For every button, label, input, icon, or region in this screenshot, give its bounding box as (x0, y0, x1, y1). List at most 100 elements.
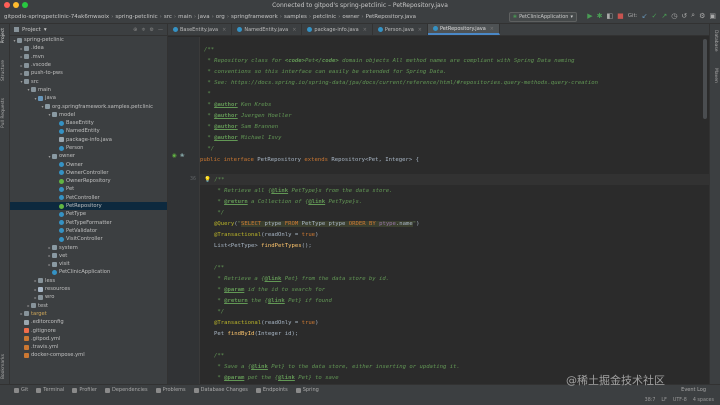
tree-item[interactable]: ▾ src (10, 77, 167, 85)
hide-icon[interactable]: — (158, 27, 163, 33)
tree-item[interactable]: OwnerRepository (10, 177, 167, 185)
tree-item[interactable]: PetValidator (10, 227, 167, 235)
tree-item[interactable]: PetType (10, 210, 167, 218)
tree-item[interactable]: ▸ .vscode (10, 61, 167, 69)
settings-icon[interactable]: ⚙ (699, 12, 705, 20)
tree-item[interactable]: Person (10, 144, 167, 152)
project-tool-button[interactable]: Project (1, 28, 6, 43)
tree-item[interactable]: package-info.java (10, 136, 167, 144)
tree-item[interactable]: ▸ test (10, 302, 167, 310)
tool-window-button[interactable]: Dependencies (104, 387, 148, 393)
tree-item[interactable]: ▸ wro (10, 293, 167, 301)
breadcrumb-item[interactable]: org (216, 14, 225, 20)
breadcrumb-item[interactable]: src (164, 14, 172, 20)
indent-setting[interactable]: 4 spaces (693, 398, 714, 403)
tree-item[interactable]: ▾ owner (10, 152, 167, 160)
tree-item[interactable]: .travis.yml (10, 343, 167, 351)
tree-item[interactable]: PetClinicApplication (10, 268, 167, 276)
tree-item[interactable]: ▸ .idea (10, 44, 167, 52)
close-tab-icon[interactable]: × (490, 26, 494, 32)
tree-item[interactable]: ▾ spring-petclinic (10, 36, 167, 44)
tree-item[interactable]: ▸ push-to-pws (10, 69, 167, 77)
tree-item[interactable]: ▸ visit (10, 260, 167, 268)
breadcrumb-item[interactable]: main (178, 14, 192, 20)
git-push-icon[interactable]: ↗ (661, 12, 667, 20)
caret-position[interactable]: 38:7 (645, 398, 656, 403)
bean-icon[interactable]: ❀ (180, 153, 185, 159)
tree-item[interactable]: ▾ java (10, 94, 167, 102)
tool-window-button[interactable]: Terminal (36, 387, 64, 393)
breadcrumb-item[interactable]: owner (342, 14, 359, 20)
search-icon[interactable]: ⌕ (691, 11, 695, 20)
tree-item[interactable]: ▸ vet (10, 252, 167, 260)
collapse-icon[interactable]: ≑ (141, 27, 145, 33)
breadcrumb-item[interactable]: java (198, 14, 210, 20)
breadcrumb-item[interactable]: gitpodio-springpetclinic-74ak6mwaoix (4, 14, 109, 20)
pull-requests-tool-button[interactable]: Pull Requests (1, 98, 6, 128)
chevron-down-icon[interactable]: ▾ (44, 27, 47, 33)
layout-icon[interactable]: ▣ (709, 12, 716, 20)
editor-tab[interactable]: PetRepository.java × (427, 24, 500, 35)
run-icon[interactable]: ▶ (587, 12, 592, 20)
tool-window-button[interactable]: Endpoints (255, 387, 288, 393)
editor-tab[interactable]: package-info.java × (302, 24, 373, 35)
close-tab-icon[interactable]: × (418, 27, 422, 33)
file-encoding[interactable]: UTF-8 (673, 398, 687, 403)
editor-scrollbar[interactable] (703, 39, 707, 119)
breadcrumb-item[interactable]: springframework (231, 14, 278, 20)
code-editor[interactable]: ◉ ❀ 36 /** * Repository class for <code>… (168, 37, 709, 398)
tree-item[interactable]: ▾ model (10, 111, 167, 119)
close-tab-icon[interactable]: × (222, 27, 226, 33)
tree-item[interactable]: BaseEntity (10, 119, 167, 127)
coverage-icon[interactable]: ◧ (607, 12, 614, 20)
breadcrumb-item[interactable]: petclinic (313, 14, 336, 20)
close-window-button[interactable] (4, 2, 10, 8)
close-tab-icon[interactable]: × (292, 27, 296, 33)
locate-icon[interactable]: ⊕ (133, 27, 137, 33)
editor-tab[interactable]: NamedEntity.java × (232, 24, 303, 35)
tree-item[interactable]: PetRepository (10, 201, 167, 211)
structure-tool-button[interactable]: Structure (1, 60, 6, 81)
breadcrumb-item[interactable]: samples (284, 14, 307, 20)
debug-icon[interactable]: ✱ (597, 12, 603, 20)
code-area[interactable]: /** * Repository class for <code>Pet</co… (200, 37, 709, 398)
breadcrumb-item[interactable]: PetRepository.java (366, 14, 416, 20)
tree-item[interactable]: ▾ main (10, 86, 167, 94)
run-configuration-selector[interactable]: ❀ PetClinicApplication ▾ (508, 12, 577, 22)
maven-tool-button[interactable]: Maven (713, 68, 718, 83)
close-tab-icon[interactable]: × (363, 27, 367, 33)
database-tool-button[interactable]: Database (713, 30, 718, 51)
breadcrumb-item[interactable]: spring-petclinic (115, 14, 157, 20)
event-log-button[interactable]: Event Log (681, 387, 706, 393)
tree-item[interactable]: OwnerController (10, 169, 167, 177)
tree-item[interactable]: .gitpod.yml (10, 335, 167, 343)
tree-item[interactable]: ▾ org.springframework.samples.petclinic (10, 102, 167, 110)
tool-window-button[interactable]: Spring (295, 387, 319, 393)
tree-item[interactable]: VisitController (10, 235, 167, 243)
rollback-icon[interactable]: ↺ (681, 12, 687, 20)
tree-item[interactable]: docker-compose.yml (10, 351, 167, 359)
editor-tab[interactable]: BaseEntity.java × (168, 24, 233, 35)
gear-icon[interactable]: ⚙ (150, 27, 154, 33)
history-icon[interactable]: ◷ (671, 12, 677, 20)
tree-item[interactable]: Pet (10, 185, 167, 193)
tool-window-button[interactable]: Git (14, 387, 28, 393)
tree-item[interactable]: ▸ system (10, 243, 167, 251)
tree-item[interactable]: NamedEntity (10, 127, 167, 135)
tool-window-button[interactable]: Database Changes (193, 387, 248, 393)
tree-item[interactable]: .gitignore (10, 326, 167, 334)
tool-window-button[interactable]: Problems (155, 387, 186, 393)
maximize-window-button[interactable] (22, 2, 28, 8)
project-panel-title[interactable]: Project (22, 27, 41, 33)
editor-tab[interactable]: Person.java × (373, 24, 428, 35)
tree-item[interactable]: PetTypeFormatter (10, 219, 167, 227)
tree-item[interactable]: ▸ target (10, 310, 167, 318)
minimize-window-button[interactable] (13, 2, 19, 8)
tree-item[interactable]: PetController (10, 194, 167, 202)
tool-window-button[interactable]: Profiler (72, 387, 97, 393)
tree-item[interactable]: Owner (10, 160, 167, 168)
tree-item[interactable]: ▸ .mvn (10, 53, 167, 61)
git-update-icon[interactable]: ↙ (642, 12, 648, 20)
tree-item[interactable]: ▸ resources (10, 285, 167, 293)
implemented-icon[interactable]: ◉ (172, 153, 177, 159)
